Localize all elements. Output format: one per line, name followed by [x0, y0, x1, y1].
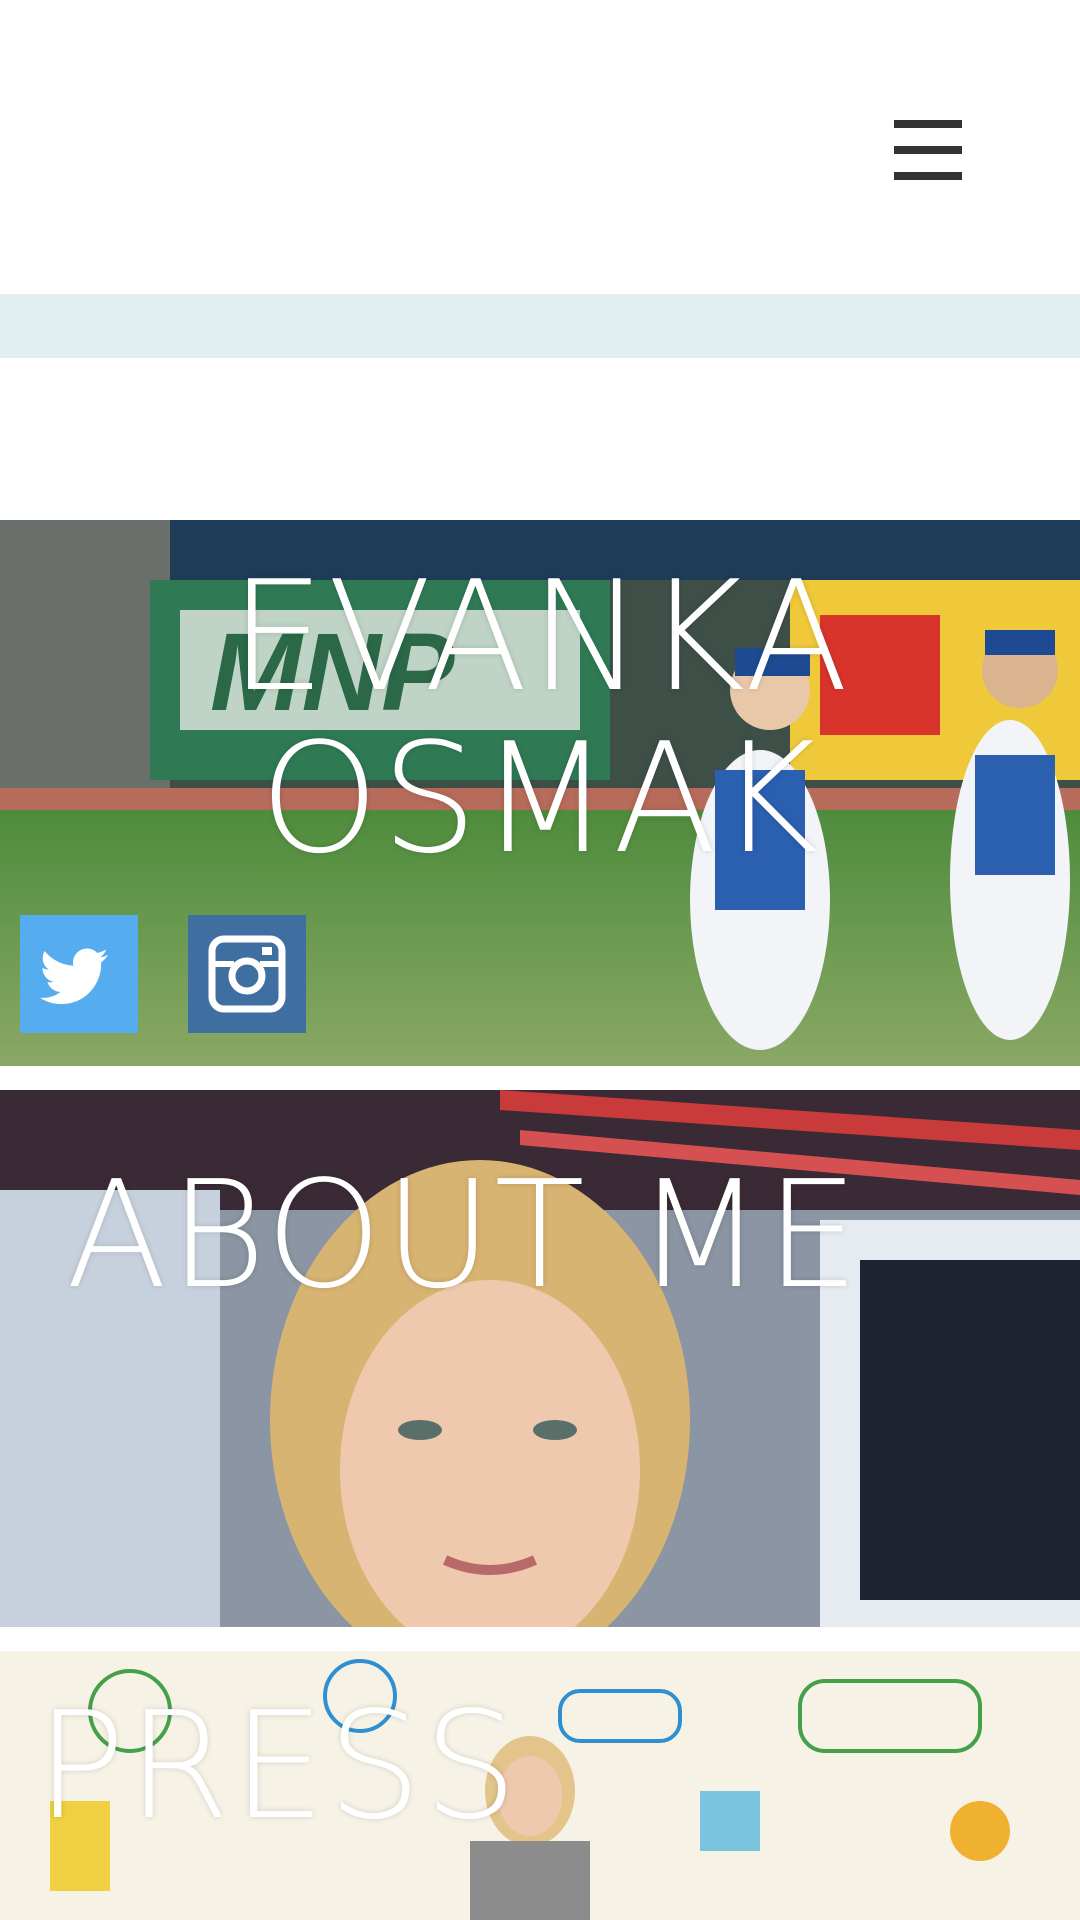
hamburger-menu-button[interactable] — [880, 110, 976, 190]
header-strip — [0, 294, 1080, 358]
instagram-link[interactable] — [188, 915, 306, 1033]
press-section[interactable]: PRESS — [0, 1651, 1080, 1920]
twitter-bird-icon — [39, 948, 108, 1004]
twitter-link[interactable] — [20, 915, 138, 1033]
hero-section: MNP EVANKA OSMAK — [0, 520, 1080, 1066]
about-section[interactable]: ABOUT ME — [0, 1090, 1080, 1627]
press-title: PRESS — [36, 1680, 520, 1852]
hero-title-first-name: EVANKA — [229, 548, 851, 725]
hero-title-last-name: OSMAK — [259, 710, 821, 887]
hamburger-menu-icon — [894, 120, 962, 128]
about-me-title: ABOUT ME — [66, 1149, 862, 1321]
site-header — [0, 0, 1080, 294]
instagram-camera-icon — [208, 935, 286, 1013]
